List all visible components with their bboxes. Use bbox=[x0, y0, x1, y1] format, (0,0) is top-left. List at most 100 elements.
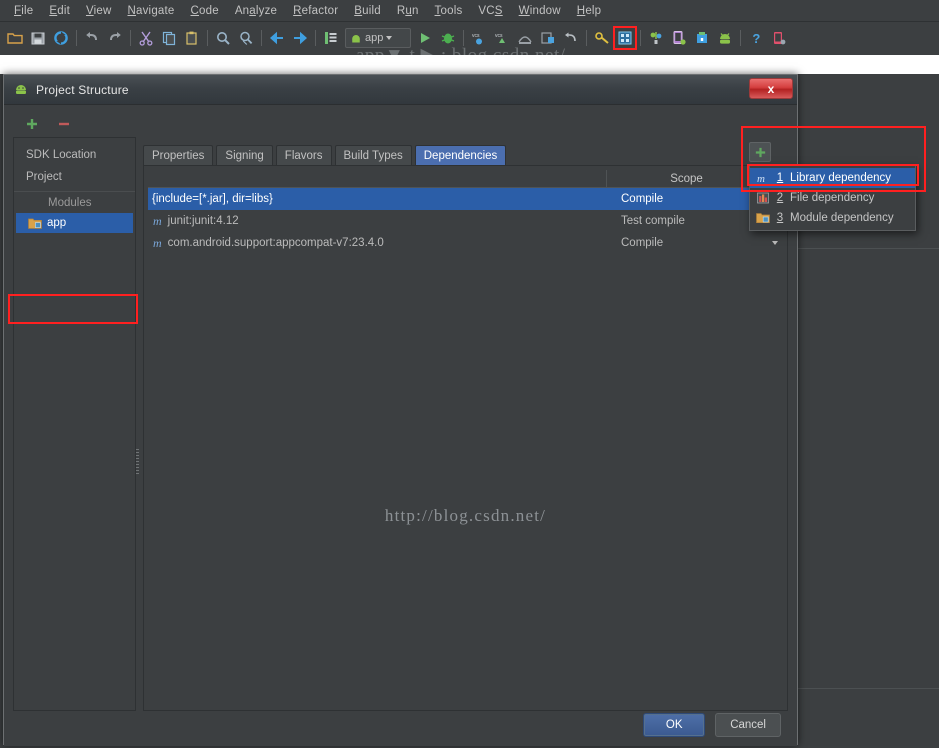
build-icon[interactable] bbox=[320, 27, 342, 49]
menu-file[interactable]: File bbox=[6, 3, 41, 19]
android-monitor-icon[interactable] bbox=[714, 27, 736, 49]
device-icon[interactable] bbox=[768, 27, 790, 49]
table-row[interactable]: {include=[*.jar], dir=libs} Compile bbox=[148, 188, 783, 210]
menu-bar: File Edit View Navigate Code Analyze Ref… bbox=[0, 0, 939, 22]
run-icon[interactable] bbox=[414, 27, 436, 49]
menu-refactor[interactable]: Refactor bbox=[285, 3, 346, 19]
sidebar-toolbar bbox=[13, 113, 136, 135]
close-icon[interactable]: x bbox=[749, 78, 793, 99]
sidebar-item-label: SDK Location bbox=[26, 149, 97, 161]
sidebar-item-label: Project bbox=[26, 171, 62, 183]
menu-vcs[interactable]: VCS bbox=[470, 3, 510, 19]
module-folder-icon bbox=[28, 217, 42, 230]
vcs-diff-icon[interactable] bbox=[537, 27, 559, 49]
tab-flavors[interactable]: Flavors bbox=[275, 145, 332, 165]
help-icon[interactable]: ? bbox=[745, 27, 767, 49]
toolbar-separator bbox=[640, 30, 641, 46]
tab-label: Properties bbox=[152, 149, 205, 162]
rollback-icon[interactable] bbox=[560, 27, 582, 49]
menu-build[interactable]: Build bbox=[346, 3, 389, 19]
table-row[interactable]: m com.android.support:appcompat-v7:23.4.… bbox=[148, 232, 783, 254]
toolbar-separator bbox=[315, 30, 316, 46]
sidebar-splitter[interactable] bbox=[135, 137, 141, 711]
sdk-manager-icon[interactable] bbox=[591, 27, 613, 49]
ok-button[interactable]: OK bbox=[643, 713, 706, 737]
sync-icon[interactable] bbox=[50, 27, 72, 49]
dialog-sidebar: SDK Location Project Modules app bbox=[13, 137, 136, 711]
project-structure-icon[interactable] bbox=[613, 26, 637, 50]
vcs-commit-icon[interactable]: vcs bbox=[491, 27, 513, 49]
svg-text:vcs: vcs bbox=[495, 33, 503, 39]
avd-manager-icon[interactable] bbox=[645, 27, 667, 49]
menu-window[interactable]: Window bbox=[511, 3, 569, 19]
menu-item-file-dependency[interactable]: 2 File dependency bbox=[750, 188, 915, 208]
run-config-selector[interactable]: app bbox=[345, 28, 411, 48]
dependencies-table: {include=[*.jar], dir=libs} Compile m ju… bbox=[148, 188, 783, 254]
open-folder-icon[interactable] bbox=[4, 27, 26, 49]
menu-item-module-dependency[interactable]: 3 Module dependency bbox=[750, 208, 915, 228]
cancel-button[interactable]: Cancel bbox=[715, 713, 781, 737]
tab-dependencies[interactable]: Dependencies bbox=[414, 145, 507, 165]
dialog-title-bar[interactable]: Project Structure x bbox=[4, 75, 797, 105]
add-dependency-button[interactable] bbox=[749, 142, 771, 162]
sidebar-item-app[interactable]: app bbox=[16, 213, 133, 233]
ide-panel-divider-2 bbox=[798, 688, 939, 689]
android-studio-icon bbox=[13, 82, 29, 98]
dependency-scope-cell[interactable]: Compile bbox=[607, 193, 767, 205]
maven-icon: m bbox=[756, 171, 770, 185]
svg-text:?: ? bbox=[752, 31, 760, 46]
desktop-gap bbox=[0, 55, 939, 74]
menu-item-number: 3 bbox=[776, 212, 784, 224]
tab-properties[interactable]: Properties bbox=[143, 145, 214, 165]
find-icon[interactable] bbox=[212, 27, 234, 49]
forward-icon[interactable] bbox=[289, 27, 311, 49]
menu-analyze[interactable]: Analyze bbox=[227, 3, 285, 19]
svg-text:vcs: vcs bbox=[472, 33, 480, 39]
redo-icon[interactable] bbox=[104, 27, 126, 49]
remove-module-button[interactable] bbox=[57, 117, 71, 131]
menu-edit[interactable]: Edit bbox=[41, 3, 78, 19]
screen: File Edit View Navigate Code Analyze Ref… bbox=[0, 0, 939, 748]
replace-icon[interactable] bbox=[235, 27, 257, 49]
dependency-scope: Test compile bbox=[621, 215, 685, 227]
debug-icon[interactable] bbox=[437, 27, 459, 49]
menu-run[interactable]: Run bbox=[389, 3, 427, 19]
splitter-grip-icon bbox=[136, 449, 139, 475]
cut-icon[interactable] bbox=[135, 27, 157, 49]
svg-text:m: m bbox=[757, 173, 765, 185]
scope-chevron-down-icon[interactable] bbox=[767, 241, 783, 245]
undo-icon[interactable] bbox=[81, 27, 103, 49]
menu-tools[interactable]: Tools bbox=[427, 3, 471, 19]
tab-label: Signing bbox=[225, 149, 264, 162]
dependency-scope-cell[interactable]: Compile bbox=[607, 237, 767, 249]
paste-icon[interactable] bbox=[181, 27, 203, 49]
menu-help[interactable]: Help bbox=[569, 3, 609, 19]
menu-view[interactable]: View bbox=[78, 3, 120, 19]
dependencies-panel: Scope {include=[*.jar], dir=libs} Compil… bbox=[143, 165, 788, 711]
main-toolbar: app vcs vcs ? bbox=[0, 22, 939, 66]
back-icon[interactable] bbox=[266, 27, 288, 49]
file-jar-icon bbox=[756, 191, 770, 205]
android-file-icon[interactable] bbox=[691, 27, 713, 49]
toolbar-separator bbox=[76, 30, 77, 46]
sidebar-item-sdk-location[interactable]: SDK Location bbox=[14, 144, 135, 166]
menu-code[interactable]: Code bbox=[183, 3, 227, 19]
tab-build-types[interactable]: Build Types bbox=[334, 145, 412, 165]
history-icon[interactable] bbox=[514, 27, 536, 49]
dependency-name: com.android.support:appcompat-v7:23.4.0 bbox=[167, 237, 384, 249]
add-dependency-menu: m 1 Library dependency 2 File dependency… bbox=[749, 165, 916, 231]
sidebar-item-label: app bbox=[47, 217, 67, 229]
copy-icon[interactable] bbox=[158, 27, 180, 49]
vcs-update-icon[interactable]: vcs bbox=[468, 27, 490, 49]
dependency-scope-cell[interactable]: Test compile bbox=[607, 215, 767, 227]
device-monitor-icon[interactable] bbox=[668, 27, 690, 49]
add-module-button[interactable] bbox=[25, 117, 39, 131]
sidebar-group-modules: Modules bbox=[14, 191, 135, 213]
page-watermark: http://blog.csdn.net/ bbox=[384, 506, 547, 525]
sidebar-item-project[interactable]: Project bbox=[14, 166, 135, 188]
save-all-icon[interactable] bbox=[27, 27, 49, 49]
table-row[interactable]: m junit:junit:4.12 Test compile bbox=[148, 210, 783, 232]
menu-navigate[interactable]: Navigate bbox=[120, 3, 183, 19]
menu-item-library-dependency[interactable]: m 1 Library dependency bbox=[750, 168, 915, 188]
tab-signing[interactable]: Signing bbox=[216, 145, 273, 165]
